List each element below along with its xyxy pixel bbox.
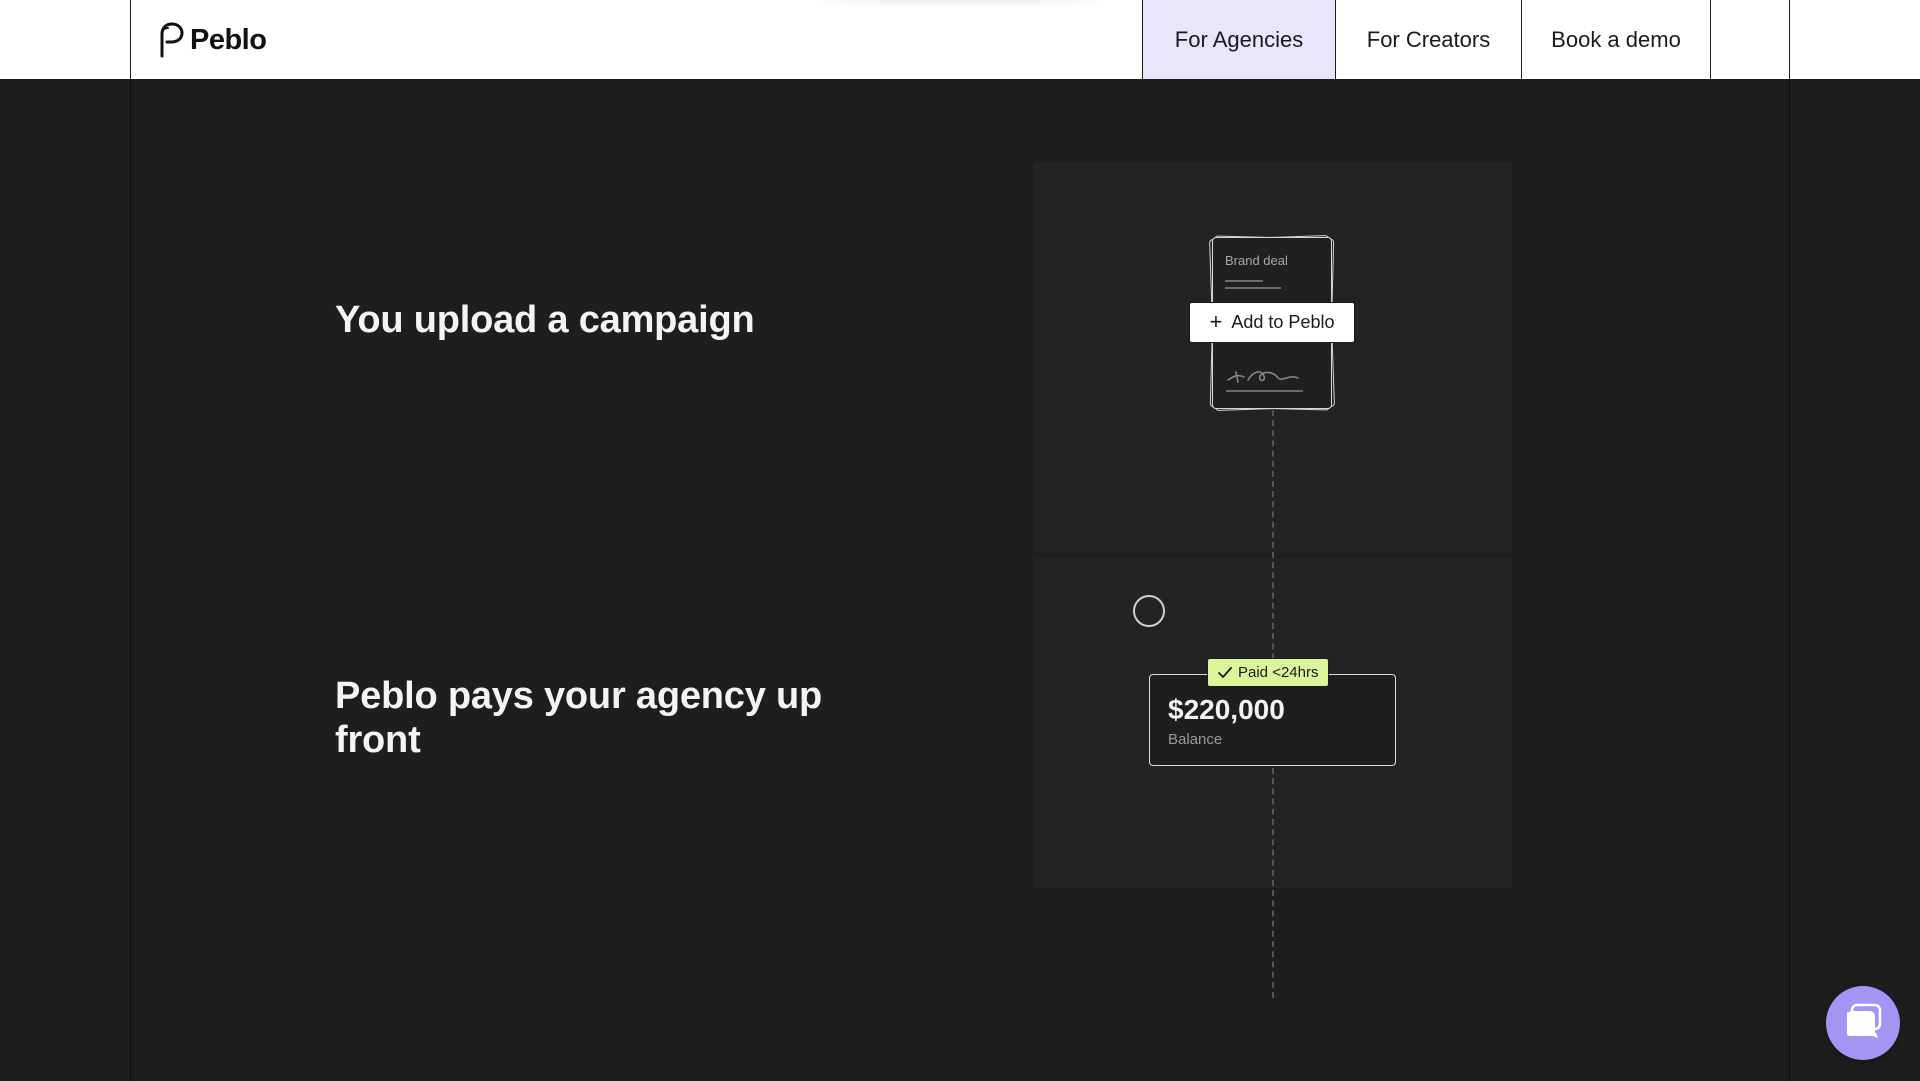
add-to-peblo-button[interactable]: + Add to Peblo (1189, 302, 1355, 343)
document-label: Brand deal (1225, 253, 1288, 268)
section-divider-right (1789, 80, 1790, 1081)
check-icon (1218, 666, 1232, 679)
step-title-upload: You upload a campaign (335, 299, 755, 341)
nav-for-agencies[interactable]: For Agencies (1142, 0, 1335, 79)
paid-badge-label: Paid <24hrs (1238, 664, 1319, 681)
add-to-peblo-label: Add to Peblo (1231, 312, 1335, 332)
plus-icon: + (1209, 308, 1223, 334)
connector-line-bottom (1272, 768, 1274, 998)
header-divider-right (1789, 0, 1790, 80)
section-divider-left (130, 80, 131, 1081)
header-divider-left (130, 0, 131, 80)
balance-label: Balance (1168, 731, 1223, 748)
nav-for-creators[interactable]: For Creators (1335, 0, 1521, 79)
site-header: Peblo For Agencies For Creators Book a d… (0, 0, 1920, 80)
balance-amount: $220,000 (1168, 694, 1285, 725)
cursor-ring-icon (1133, 595, 1165, 627)
document-text-line (1225, 287, 1281, 289)
signature-icon (1226, 366, 1302, 391)
chat-widget-button[interactable] (1826, 986, 1900, 1060)
logo-link[interactable]: Peblo (158, 20, 267, 60)
logo-text: Peblo (190, 23, 267, 56)
connector-line-top (1272, 410, 1274, 700)
signature-line (1226, 390, 1303, 392)
nav-book-demo[interactable]: Book a demo (1521, 0, 1711, 79)
chat-icon (1843, 1002, 1883, 1045)
how-it-works-section: You upload a campaign Peblo pays your ag… (0, 80, 1920, 1081)
main-nav: For Agencies For Creators Book a demo (1142, 0, 1711, 79)
step-title-payment: Peblo pays your agency up front (335, 675, 823, 761)
document-text-line (1225, 280, 1263, 282)
paid-badge: Paid <24hrs (1207, 658, 1330, 687)
peblo-logo-icon (158, 22, 184, 58)
